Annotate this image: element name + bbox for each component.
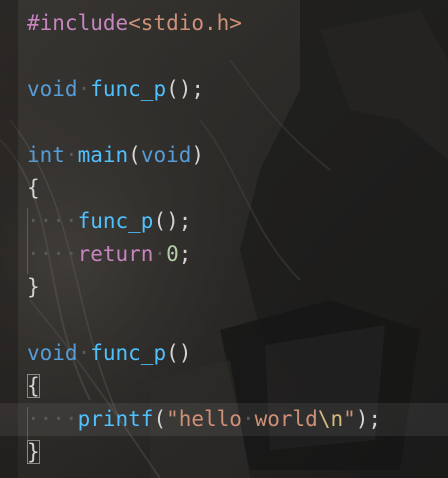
code-token: #include [27, 11, 129, 35]
code-token: <stdio.h> [128, 11, 242, 35]
code-token: void [27, 341, 78, 365]
code-line-5[interactable]: int·main(void) [27, 139, 204, 172]
code-token: · [241, 407, 255, 431]
code-token: return [77, 242, 154, 266]
code-token: "hello [166, 407, 242, 431]
code-token: ···· [27, 407, 78, 431]
code-token: } [27, 440, 40, 464]
code-token: func_p [77, 209, 154, 233]
code-editor[interactable]: #include<stdio.h> void·func_p(); int·main(… [0, 0, 448, 478]
code-token: \n [317, 407, 344, 431]
code-token: ) [191, 143, 205, 167]
code-token: ; [178, 242, 192, 266]
code-line-6[interactable]: { [27, 172, 40, 205]
code-token: · [64, 143, 78, 167]
code-token: func_p [90, 341, 167, 365]
code-line-12[interactable]: { [27, 370, 40, 403]
code-token: ( [153, 407, 167, 431]
code-line-1[interactable]: #include<stdio.h> [27, 7, 242, 40]
code-token: int [27, 143, 65, 167]
code-line-7[interactable]: ····func_p(); [27, 205, 191, 238]
code-token: { [27, 374, 40, 398]
code-token: ···· [27, 242, 78, 266]
code-token: void [27, 77, 78, 101]
code-token: main [77, 143, 129, 167]
code-token: · [77, 77, 91, 101]
code-token: () [166, 341, 192, 365]
code-token: · [77, 341, 91, 365]
code-token: ···· [27, 209, 78, 233]
code-line-11[interactable]: void·func_p() [27, 337, 191, 370]
code-token: func_p [90, 77, 167, 101]
code-token: (); [166, 77, 205, 101]
code-line-3[interactable]: void·func_p(); [27, 73, 204, 106]
code-line-14[interactable]: } [27, 436, 40, 469]
code-line-8[interactable]: ····return·0; [27, 238, 191, 271]
code-token: world [254, 407, 318, 431]
code-token: ( [128, 143, 141, 167]
code-token: 0 [166, 242, 179, 266]
code-line-9[interactable]: } [27, 271, 40, 304]
code-line-13[interactable]: ····printf("hello·world\n"); [0, 403, 448, 436]
code-token: { [27, 176, 40, 200]
code-token: " [343, 407, 356, 431]
code-token: (); [153, 209, 192, 233]
code-token: · [153, 242, 167, 266]
code-token: ); [355, 407, 382, 431]
code-token: } [27, 275, 40, 299]
code-token: void [140, 143, 192, 167]
code-token: printf [77, 407, 154, 431]
